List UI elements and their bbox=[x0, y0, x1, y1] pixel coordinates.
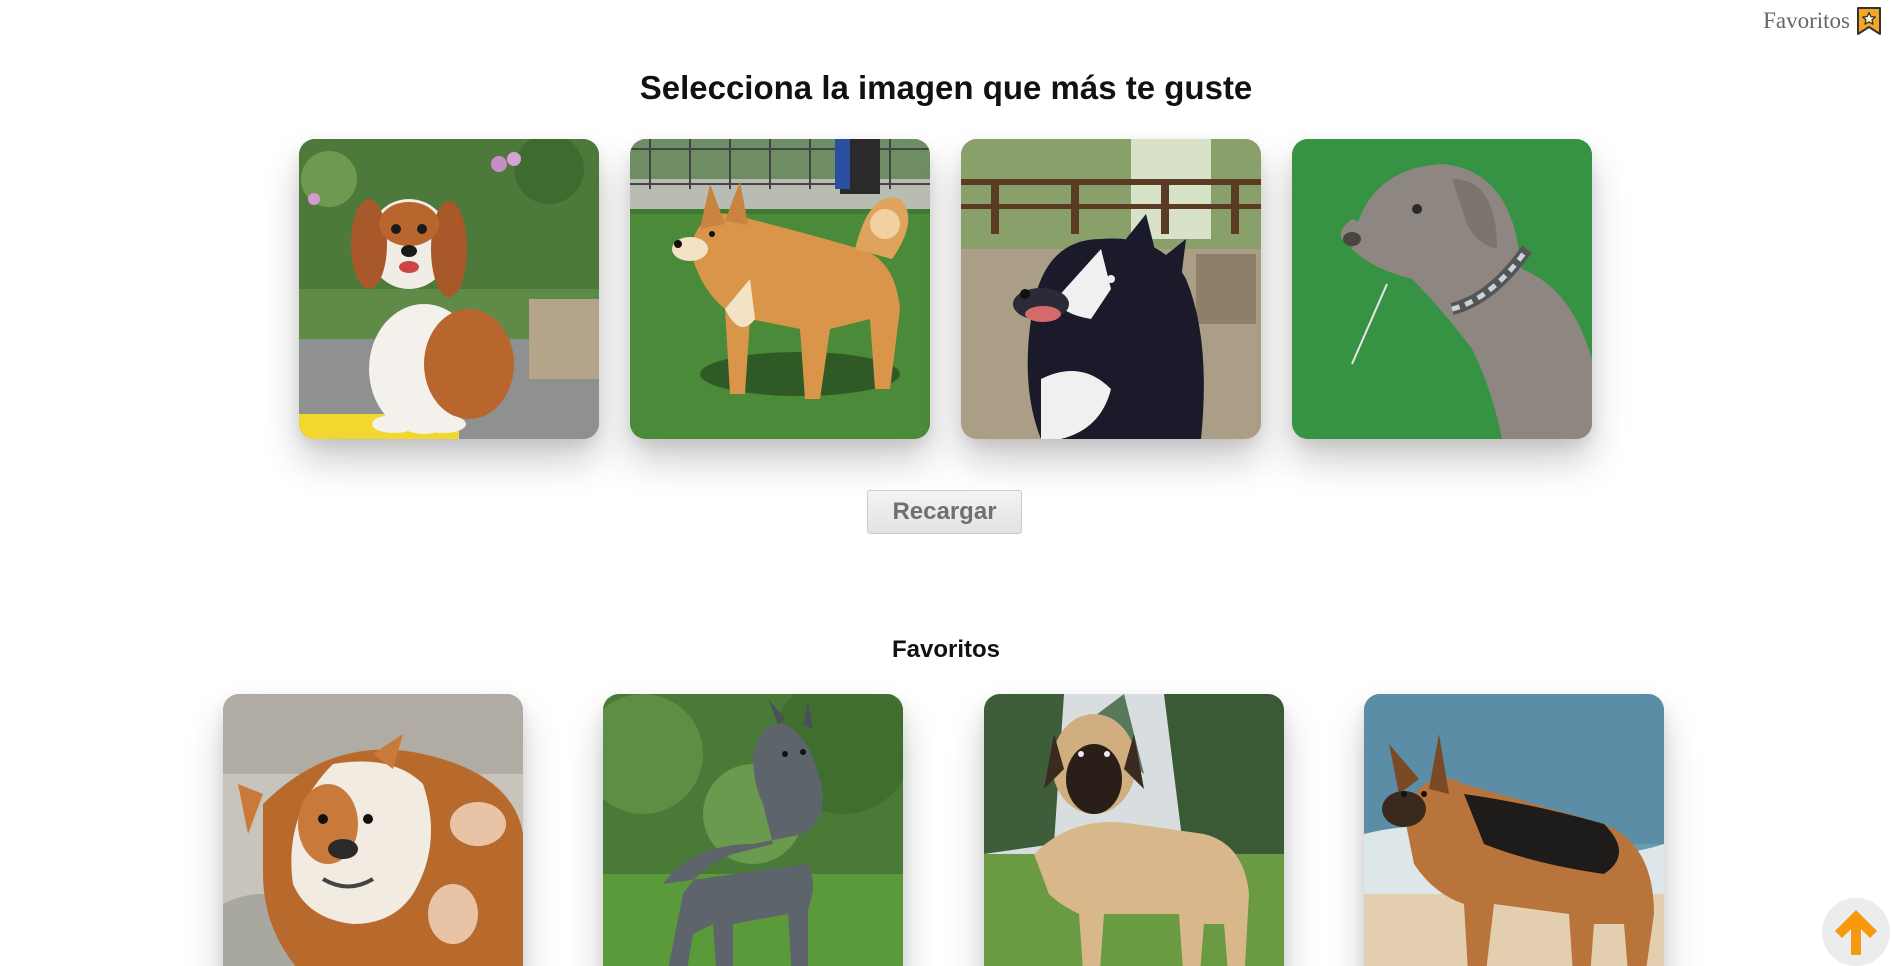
favorite-image-1[interactable] bbox=[223, 694, 523, 966]
favorites-section-title: Favoritos bbox=[891, 636, 1001, 663]
dog-photo-great-dane bbox=[603, 694, 903, 966]
favorites-link-label: Favoritos bbox=[1763, 8, 1850, 33]
random-image-2[interactable] bbox=[630, 139, 930, 439]
page: Favoritos Selecciona la imagen que más t… bbox=[0, 0, 1892, 966]
favorite-image-4[interactable] bbox=[1364, 694, 1664, 966]
dog-photo-shiba bbox=[630, 139, 930, 439]
dog-photo-weimaraner bbox=[1292, 139, 1592, 439]
scroll-to-top-button[interactable] bbox=[1822, 898, 1890, 966]
arrow-up-icon bbox=[1835, 910, 1877, 955]
random-image-1[interactable] bbox=[299, 139, 599, 439]
page-title: Selecciona la imagen que más te guste bbox=[639, 69, 1253, 106]
dog-photo-german-shepherd bbox=[1364, 694, 1664, 966]
favorite-image-3[interactable] bbox=[984, 694, 1284, 966]
favorites-link[interactable]: Favoritos bbox=[1763, 6, 1882, 36]
dog-photo-bulldog bbox=[223, 694, 523, 966]
dog-photo-mastiff bbox=[984, 694, 1284, 966]
favorite-image-2[interactable] bbox=[603, 694, 903, 966]
dog-photo-spaniel bbox=[299, 139, 599, 439]
reload-button[interactable]: Recargar bbox=[867, 490, 1022, 534]
random-image-3[interactable] bbox=[961, 139, 1261, 439]
random-image-4[interactable] bbox=[1292, 139, 1592, 439]
star-bookmark-icon bbox=[1857, 7, 1881, 35]
dog-photo-border-collie bbox=[961, 139, 1261, 439]
